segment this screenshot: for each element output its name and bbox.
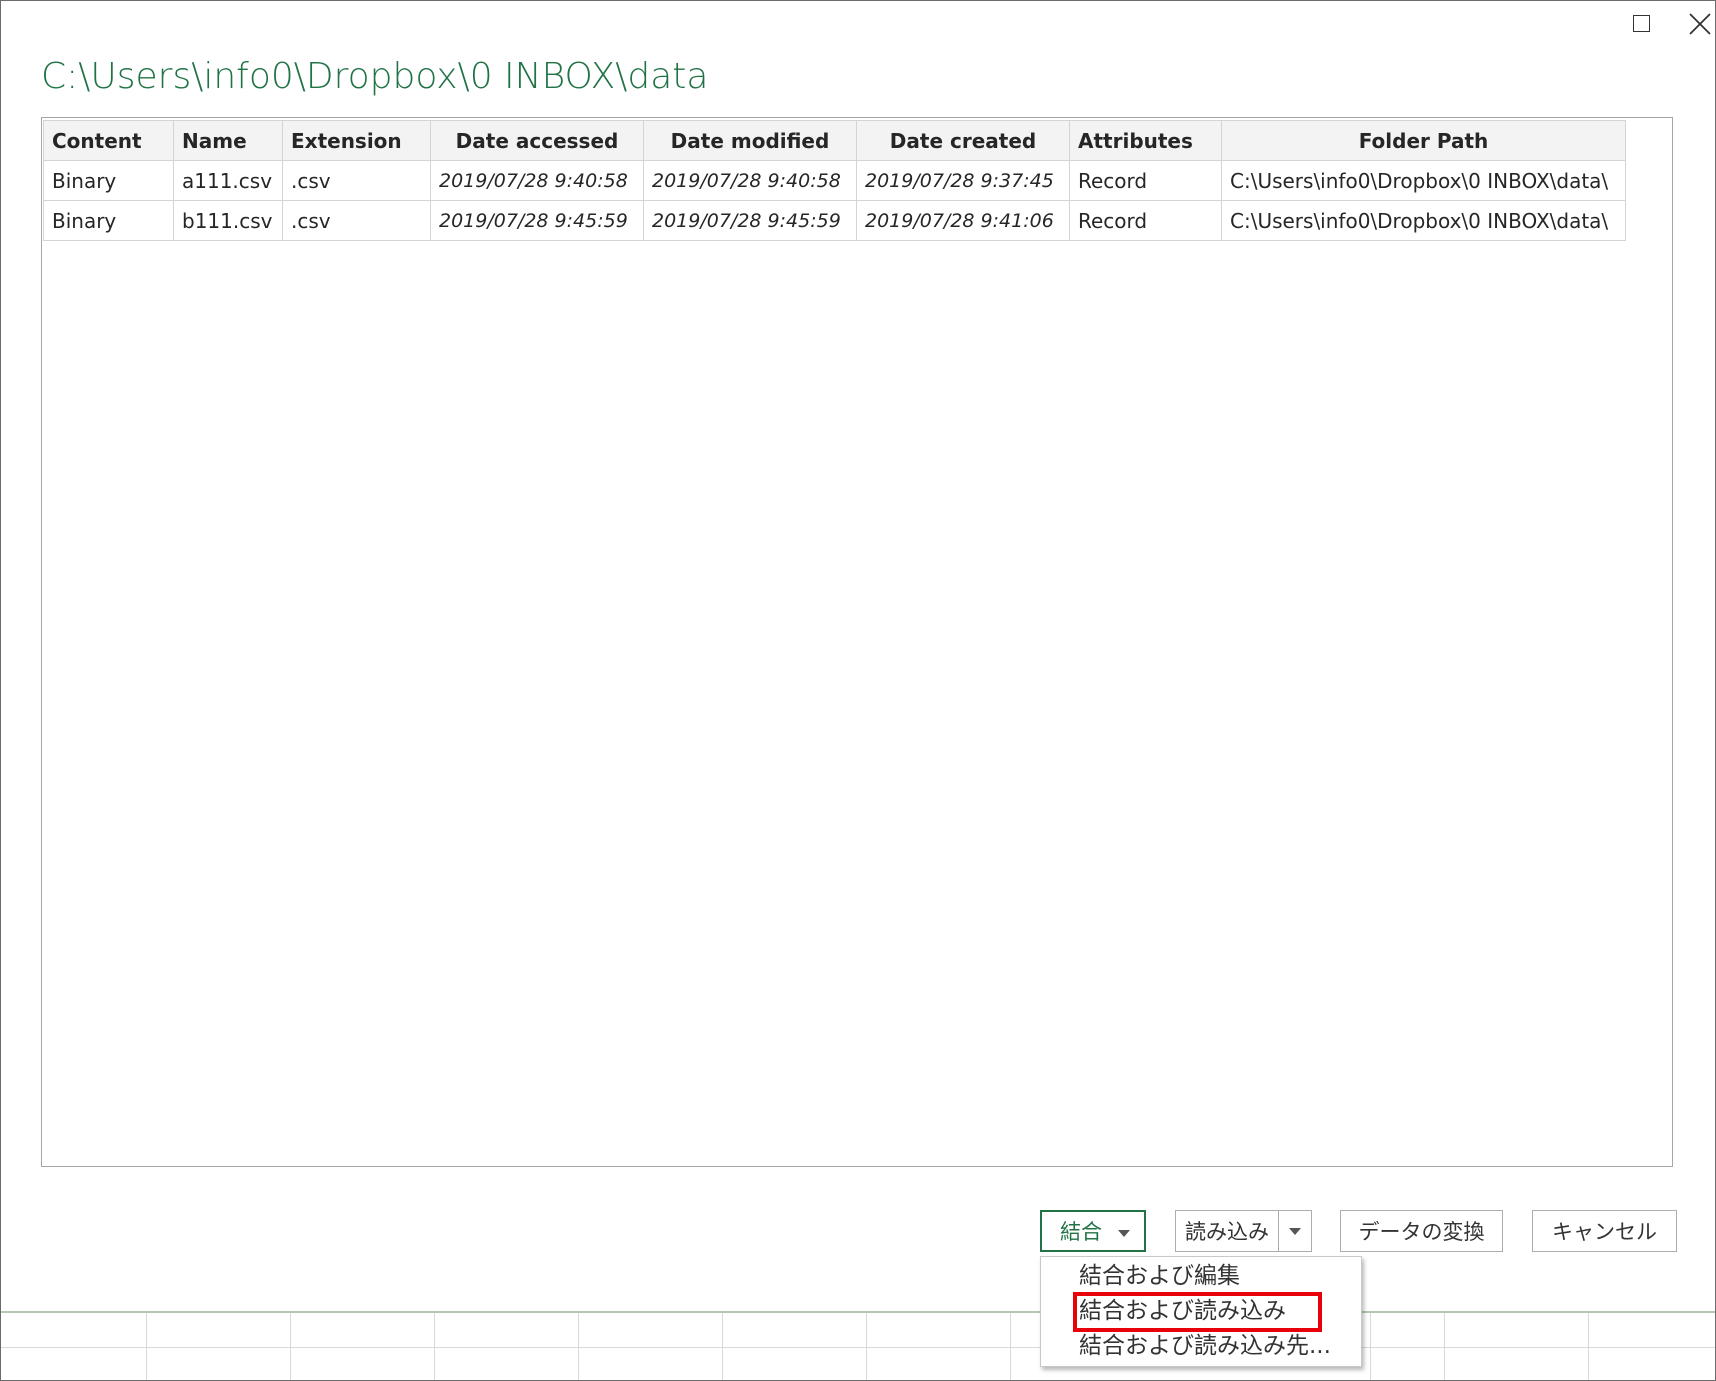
preview-panel: Content Name Extension Date accessed Dat… (41, 117, 1673, 1167)
table-cell[interactable]: Record (1069, 200, 1222, 241)
load-button[interactable]: 読み込み (1175, 1210, 1312, 1252)
column-header[interactable]: Date created (856, 120, 1070, 161)
column-header[interactable]: Date accessed (430, 120, 644, 161)
table-cell[interactable]: 2019/07/28 9:37:45 (856, 160, 1070, 201)
close-button[interactable] (1676, 6, 1716, 40)
column-header[interactable]: Attributes (1069, 120, 1222, 161)
combine-button[interactable]: 結合 (1040, 1210, 1146, 1252)
table-row[interactable]: Binary a111.csv .csv 2019/07/28 9:40:58 … (43, 160, 1626, 201)
table-cell[interactable]: C:\Users\info0\Dropbox\0 INBOX\data\ (1221, 160, 1626, 201)
dialog-title: C:\Users\info0\Dropbox\0 INBOX\data (41, 56, 709, 97)
maximize-button[interactable] (1618, 6, 1664, 40)
load-button-label: 読み込み (1185, 1220, 1269, 1244)
chevron-down-icon (1118, 1230, 1130, 1237)
chevron-down-icon (1289, 1227, 1301, 1235)
table-cell[interactable]: 2019/07/28 9:41:06 (856, 200, 1070, 241)
table-cell[interactable]: 2019/07/28 9:45:59 (643, 200, 857, 241)
table-cell[interactable]: a111.csv (173, 160, 283, 201)
table-row[interactable]: Binary b111.csv .csv 2019/07/28 9:45:59 … (43, 200, 1626, 241)
maximize-icon (1632, 14, 1650, 32)
file-list-table: Content Name Extension Date accessed Dat… (43, 120, 1626, 241)
column-header[interactable]: Date modified (643, 120, 857, 161)
power-query-folder-dialog: C:\Users\info0\Dropbox\0 INBOX\data Cont… (0, 0, 1716, 1381)
column-header[interactable]: Folder Path (1221, 120, 1626, 161)
cancel-button[interactable]: キャンセル (1532, 1210, 1677, 1252)
excel-grid-background (0, 1311, 1716, 1381)
table-cell[interactable]: .csv (282, 160, 431, 201)
table-cell[interactable]: b111.csv (173, 200, 283, 241)
combine-button-label: 結合 (1060, 1220, 1102, 1244)
menu-item-combine-and-load-to[interactable]: 結合および読み込み先... (1079, 1329, 1331, 1363)
column-header[interactable]: Extension (282, 120, 431, 161)
table-cell[interactable]: .csv (282, 200, 431, 241)
table-cell[interactable]: 2019/07/28 9:40:58 (643, 160, 857, 201)
table-cell[interactable]: Binary (43, 200, 174, 241)
table-header-row: Content Name Extension Date accessed Dat… (43, 120, 1626, 161)
menu-item-combine-and-load[interactable]: 結合および読み込み (1079, 1294, 1286, 1328)
close-icon (1689, 13, 1711, 35)
combine-dropdown-menu: 結合および編集 結合および読み込み 結合および読み込み先... (1040, 1256, 1362, 1367)
menu-item-combine-and-edit[interactable]: 結合および編集 (1079, 1259, 1240, 1293)
table-cell[interactable]: 2019/07/28 9:40:58 (430, 160, 644, 201)
table-cell[interactable]: Record (1069, 160, 1222, 201)
table-cell[interactable]: Binary (43, 160, 174, 201)
column-header[interactable]: Content (43, 120, 174, 161)
table-cell[interactable]: C:\Users\info0\Dropbox\0 INBOX\data\ (1221, 200, 1626, 241)
transform-data-button[interactable]: データの変換 (1340, 1210, 1503, 1252)
column-header[interactable]: Name (173, 120, 283, 161)
load-dropdown-toggle[interactable] (1279, 1211, 1311, 1251)
table-cell[interactable]: 2019/07/28 9:45:59 (430, 200, 644, 241)
